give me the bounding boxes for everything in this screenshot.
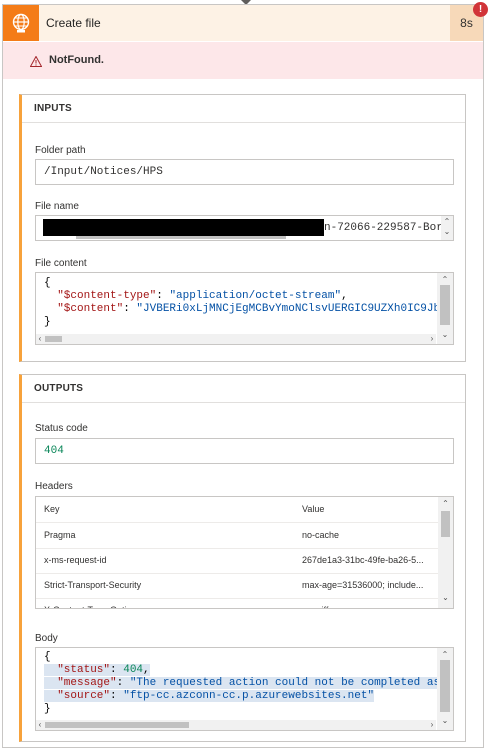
chevron-up-icon[interactable]: ⌃	[437, 276, 453, 284]
message-key: "message"	[57, 677, 117, 689]
content-type-key: "$content-type"	[57, 290, 157, 302]
body-hscroll[interactable]: ‹ ›	[36, 720, 436, 730]
error-badge-icon: !	[473, 2, 488, 17]
header-value: 267de1a3-31bc-49fe-ba26-5...	[302, 555, 424, 565]
body-editor[interactable]: { "status": 404, "message": "The request…	[35, 647, 454, 731]
file-content-hscroll[interactable]: ‹ ›	[36, 334, 436, 344]
chevron-down-icon[interactable]: ⌄	[438, 594, 453, 602]
status-code-value: 404	[44, 445, 64, 457]
chevron-down-icon[interactable]: ⌄	[437, 331, 453, 339]
headers-table: Key Value Pragma no-cache x-ms-request-i…	[35, 496, 454, 609]
header-value: max-age=31536000; include...	[302, 580, 424, 590]
outputs-header[interactable]: OUTPUTS	[22, 375, 465, 403]
body-label: Body	[35, 633, 58, 644]
chevron-down-icon[interactable]: ⌄	[437, 717, 453, 725]
redacted-block	[43, 219, 324, 236]
file-name-field[interactable]: n-72066-229587-Borrow ⌃ ⌄	[35, 215, 454, 241]
file-name-scrollbar[interactable]: ⌃ ⌄	[441, 216, 453, 240]
brace-open: {	[44, 277, 51, 289]
chevron-up-icon[interactable]: ⌃	[441, 218, 453, 226]
globe-icon	[3, 5, 39, 41]
brace-close: }	[44, 703, 51, 715]
headers-vscroll[interactable]: ⌃ ⌄	[438, 497, 453, 608]
section-title: INPUTS	[34, 103, 72, 114]
table-row: Pragma no-cache	[36, 523, 439, 549]
chevron-left-icon[interactable]: ‹	[36, 721, 44, 729]
headers-label: Headers	[35, 481, 73, 492]
file-content-label: File content	[35, 258, 87, 269]
header-key: Pragma	[44, 530, 76, 540]
status-value: 404	[123, 664, 144, 676]
chevron-down-icon[interactable]: ⌄	[441, 228, 453, 236]
folder-path-label: Folder path	[35, 145, 86, 156]
file-content-vscroll[interactable]: ⌃ ⌄	[437, 273, 453, 344]
inputs-header[interactable]: INPUTS	[22, 95, 465, 123]
vscroll-thumb[interactable]	[440, 285, 450, 325]
header-key: X-Content-Type-Options	[44, 605, 141, 608]
table-row: X-Content-Type-Options nosniff	[36, 598, 439, 608]
error-banner: NotFound.	[3, 42, 483, 79]
key-column-header: Key	[44, 504, 60, 514]
file-content-code: { "$content-type": "application/octet-st…	[44, 277, 454, 329]
body-vscroll[interactable]: ⌃ ⌄	[437, 648, 453, 730]
hscroll-thumb[interactable]	[45, 722, 189, 728]
folder-path-field[interactable]: /Input/Notices/HPS	[35, 159, 454, 185]
section-title: OUTPUTS	[34, 383, 84, 394]
content-type-value: "application/octet-stream"	[169, 290, 342, 302]
brace-open: {	[44, 651, 51, 663]
body-code: { "status": 404, "message": "The request…	[44, 651, 454, 716]
action-header[interactable]: Create file 8s	[3, 5, 483, 41]
message-value: "The requested action could not be compl…	[129, 677, 454, 689]
table-header-row: Key Value	[36, 497, 439, 523]
brace-close: }	[44, 316, 51, 328]
chevron-up-icon[interactable]: ⌃	[438, 500, 453, 508]
header-value: nosniff	[302, 605, 328, 608]
file-name-value: n-72066-229587-Borrow	[324, 222, 454, 234]
outputs-section: OUTPUTS Status code 404 Headers Key Valu…	[19, 374, 466, 742]
source-key: "source"	[57, 690, 111, 702]
header-value: no-cache	[302, 530, 340, 540]
chevron-right-icon[interactable]: ›	[428, 335, 436, 343]
inputs-section: INPUTS Folder path /Input/Notices/HPS Fi…	[19, 94, 466, 362]
action-card: Create file 8s ! NotFound. INPUTS Folder…	[2, 2, 488, 748]
folder-path-value: /Input/Notices/HPS	[44, 166, 163, 178]
file-content-editor[interactable]: { "$content-type": "application/octet-st…	[35, 272, 454, 345]
status-key: "status"	[57, 664, 111, 676]
vscroll-thumb[interactable]	[441, 511, 450, 537]
value-column-header: Value	[302, 504, 325, 514]
chevron-up-icon[interactable]: ⌃	[437, 651, 453, 659]
action-title: Create file	[46, 16, 101, 30]
header-key: Strict-Transport-Security	[44, 580, 142, 590]
content-value: "JVBERi0xLjMNCjEgMCBvYmoNClsvUERGIC9UZXh…	[136, 303, 454, 315]
table-row: x-ms-request-id 267de1a3-31bc-49fe-ba26-…	[36, 548, 439, 574]
vscroll-thumb[interactable]	[440, 660, 450, 712]
file-name-label: File name	[35, 201, 79, 212]
error-message: NotFound.	[49, 54, 104, 66]
source-value: "ftp-cc.azconn-cc.p.azurewebsites.net"	[123, 690, 375, 702]
hscroll-thumb[interactable]	[45, 336, 62, 342]
chevron-left-icon[interactable]: ‹	[36, 335, 44, 343]
header-key: x-ms-request-id	[44, 555, 107, 565]
content-key: "$content"	[57, 303, 124, 315]
status-code-label: Status code	[35, 423, 88, 434]
file-name-hscroll-thumb[interactable]	[76, 236, 286, 239]
status-code-field[interactable]: 404	[35, 438, 454, 464]
chevron-right-icon[interactable]: ›	[428, 721, 436, 729]
warning-triangle-icon	[30, 56, 42, 67]
table-row: Strict-Transport-Security max-age=315360…	[36, 573, 439, 599]
